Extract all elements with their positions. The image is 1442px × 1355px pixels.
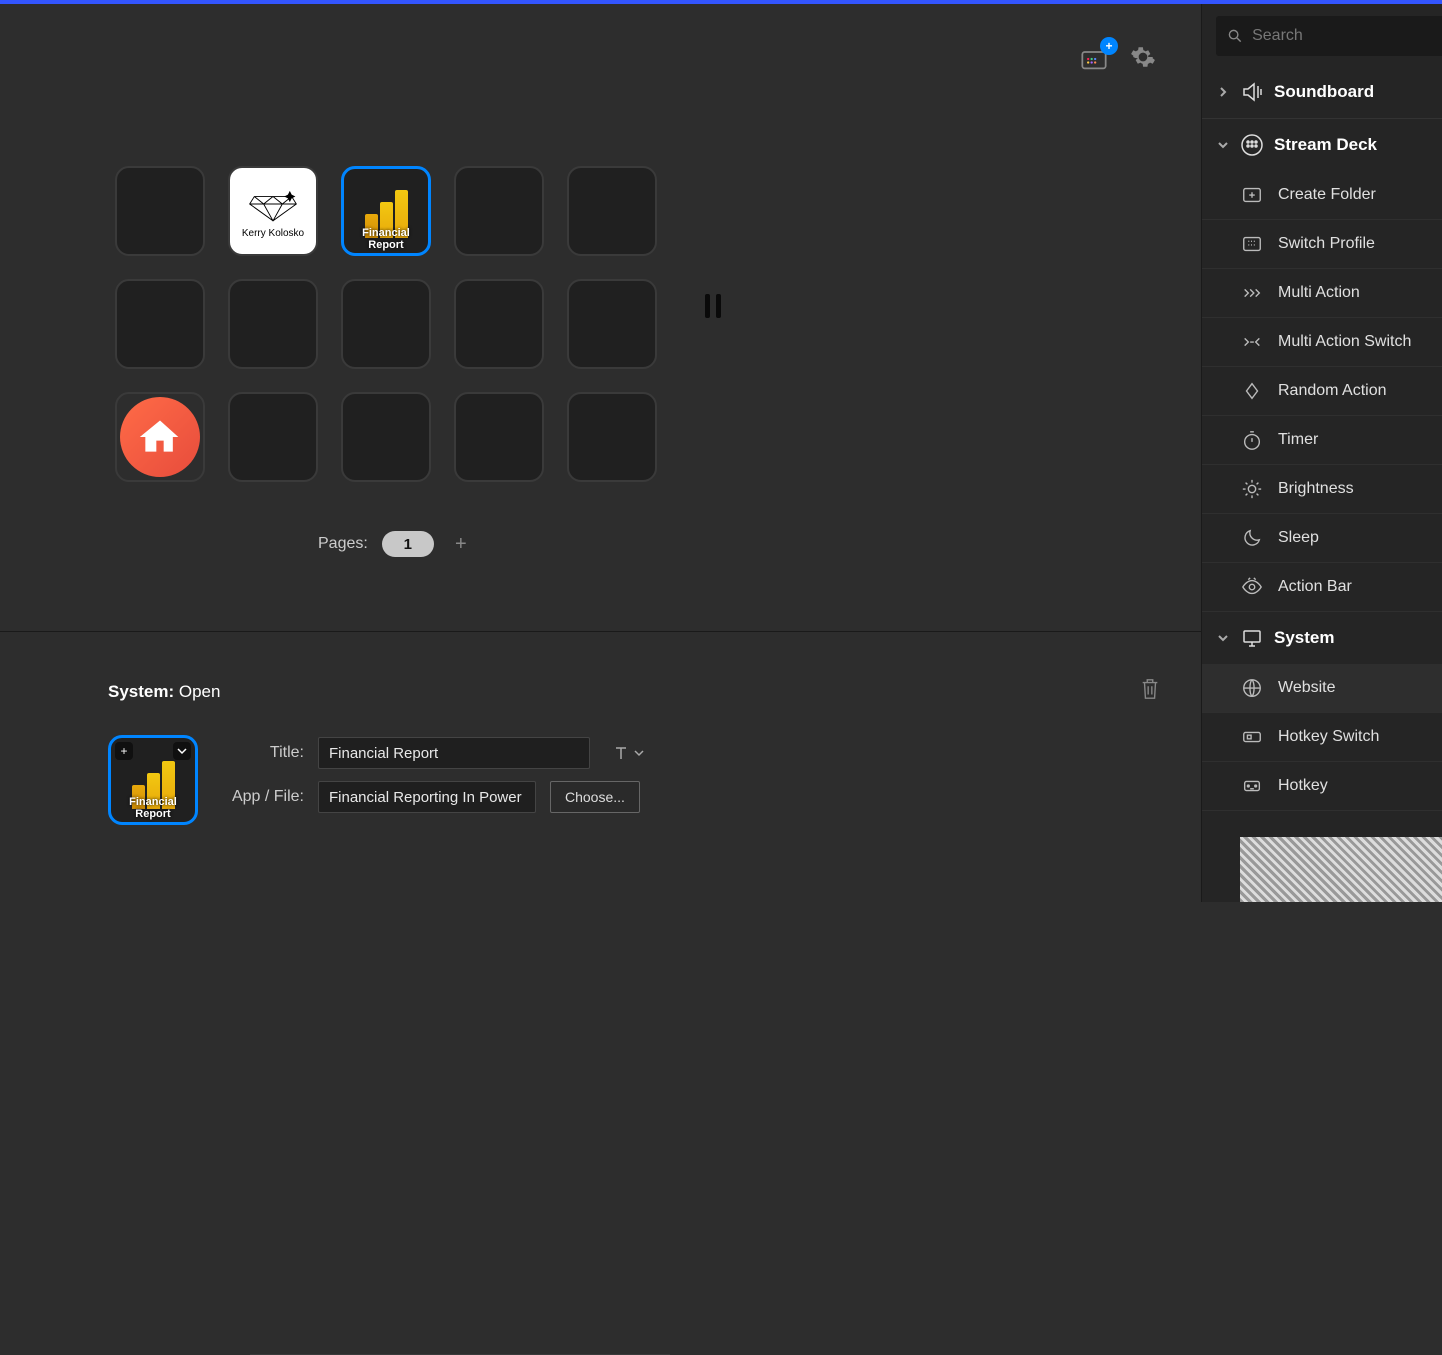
action-brightness[interactable]: Brightness — [1202, 465, 1442, 514]
search-icon — [1228, 28, 1242, 44]
key-preview[interactable]: + Financial Report — [108, 735, 198, 825]
moon-icon — [1240, 526, 1264, 550]
key-0-0[interactable] — [115, 166, 205, 256]
eye-icon — [1240, 575, 1264, 599]
system-icon — [1240, 626, 1264, 650]
home-icon — [120, 397, 200, 477]
key-2-1[interactable] — [228, 392, 318, 482]
text-style-dropdown[interactable] — [612, 744, 644, 762]
switch-icon — [1240, 330, 1264, 354]
chevron-down-icon — [1216, 633, 1230, 643]
key-grid: Kerry Kolosko Financial Report — [115, 166, 657, 482]
action-multi-action-switch[interactable]: Multi Action Switch — [1202, 318, 1442, 367]
action-create-folder[interactable]: Create Folder — [1202, 171, 1442, 220]
key-label: Kerry Kolosko — [242, 228, 304, 239]
soundboard-icon — [1240, 80, 1264, 104]
action-website[interactable]: Website — [1202, 664, 1442, 713]
add-image-button[interactable]: + — [115, 742, 133, 760]
streamdeck-icon — [1240, 133, 1264, 157]
pages-label: Pages: — [318, 535, 368, 553]
action-action-bar[interactable]: Action Bar — [1202, 563, 1442, 612]
timer-icon — [1240, 428, 1264, 452]
file-input[interactable] — [318, 781, 536, 813]
key-1-2[interactable] — [341, 279, 431, 369]
key-0-4[interactable] — [567, 166, 657, 256]
key-2-3[interactable] — [454, 392, 544, 482]
preview-label: Financial Report — [111, 796, 195, 820]
key-1-4[interactable] — [567, 279, 657, 369]
delete-button[interactable] — [1139, 676, 1161, 707]
category-soundboard[interactable]: Soundboard — [1202, 66, 1442, 119]
grid-icon — [1240, 232, 1264, 256]
action-multi-action[interactable]: Multi Action — [1202, 269, 1442, 318]
key-0-1[interactable]: Kerry Kolosko — [228, 166, 318, 256]
page-number[interactable]: 1 — [382, 531, 434, 557]
action-switch-profile[interactable]: Switch Profile — [1202, 220, 1442, 269]
streamdeck-actions: Create Folder Switch Profile Multi Actio… — [1202, 171, 1442, 612]
search-input[interactable] — [1252, 27, 1430, 45]
preview-thumbnail — [1240, 837, 1442, 902]
action-timer[interactable]: Timer — [1202, 416, 1442, 465]
key-0-2[interactable]: Financial Report — [341, 166, 431, 256]
title-input[interactable] — [318, 737, 590, 769]
store-icon[interactable]: + — [1080, 45, 1110, 75]
key-1-0[interactable] — [115, 279, 205, 369]
chevron-right-icon — [1216, 87, 1230, 97]
hotkey-switch-icon — [1240, 725, 1264, 749]
chevrons-icon — [1240, 281, 1264, 305]
action-hotkey[interactable]: Hotkey — [1202, 762, 1442, 811]
category-system[interactable]: System — [1202, 612, 1442, 664]
search-box[interactable] — [1216, 16, 1442, 56]
props-title: System: Open — [108, 682, 220, 702]
choose-button[interactable]: Choose... — [550, 781, 640, 813]
gear-icon[interactable] — [1130, 44, 1156, 75]
actions-sidebar: Soundboard Stream Deck Create Folder Swi… — [1201, 4, 1442, 902]
key-1-3[interactable] — [454, 279, 544, 369]
key-1-1[interactable] — [228, 279, 318, 369]
random-icon — [1240, 379, 1264, 403]
file-label: App / File: — [222, 788, 304, 806]
category-streamdeck[interactable]: Stream Deck — [1202, 119, 1442, 171]
key-2-2[interactable] — [341, 392, 431, 482]
cursor-artifact — [705, 294, 721, 318]
key-0-3[interactable] — [454, 166, 544, 256]
title-label: Title: — [222, 744, 304, 762]
key-2-0[interactable] — [115, 392, 205, 482]
action-random-action[interactable]: Random Action — [1202, 367, 1442, 416]
brightness-icon — [1240, 477, 1264, 501]
key-2-4[interactable] — [567, 392, 657, 482]
action-hotkey-switch[interactable]: Hotkey Switch — [1202, 713, 1442, 762]
hotkey-icon — [1240, 774, 1264, 798]
action-sleep[interactable]: Sleep — [1202, 514, 1442, 563]
plus-badge-icon: + — [1100, 37, 1118, 55]
key-label: Financial Report — [344, 227, 428, 251]
add-page-button[interactable]: + — [448, 531, 474, 557]
system-actions: Website Hotkey Switch Hotkey — [1202, 664, 1442, 811]
folder-plus-icon — [1240, 183, 1264, 207]
chevron-down-icon — [1216, 140, 1230, 150]
globe-icon — [1240, 676, 1264, 700]
image-menu-button[interactable] — [173, 742, 191, 760]
